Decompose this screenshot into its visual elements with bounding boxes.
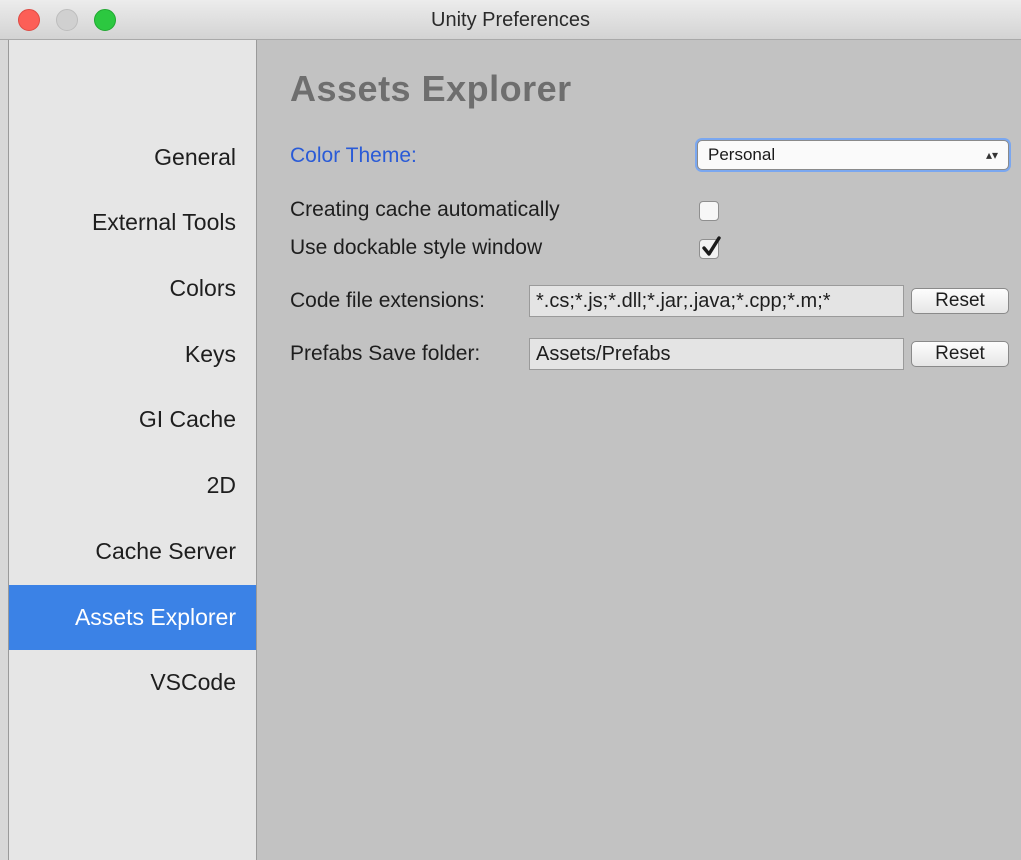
code-extensions-reset-button[interactable]: Reset: [911, 288, 1009, 314]
color-theme-value: Personal: [708, 145, 776, 164]
updown-arrow-icon: ▴▾: [985, 148, 998, 162]
color-theme-label: Color Theme:: [290, 144, 417, 167]
prefabs-folder-input[interactable]: Assets/Prefabs: [529, 338, 904, 370]
prefabs-folder-reset-button[interactable]: Reset: [911, 341, 1009, 367]
sidebar-item-2d[interactable]: 2D: [9, 453, 256, 518]
dockable-window-checkbox[interactable]: [699, 236, 721, 259]
preferences-window: Unity Preferences General External Tools…: [0, 0, 1021, 860]
prefabs-folder-label: Prefabs Save folder:: [290, 342, 481, 365]
code-extensions-input[interactable]: *.cs;*.js;*.dll;*.jar;.java;*.cpp;*.m;*: [529, 285, 904, 317]
page-title: Assets Explorer: [290, 68, 572, 109]
dockable-window-label: Use dockable style window: [290, 236, 543, 259]
sidebar-item-vscode[interactable]: VSCode: [9, 650, 256, 715]
creating-cache-checkbox[interactable]: [699, 201, 719, 221]
title-bar: Unity Preferences: [0, 0, 1021, 40]
preferences-content: Assets Explorer Color Theme: Personal ▴▾…: [257, 40, 1021, 860]
sidebar: General External Tools Colors Keys GI Ca…: [8, 40, 257, 860]
code-extensions-label: Code file extensions:: [290, 289, 485, 312]
sidebar-item-general[interactable]: General: [9, 125, 256, 190]
sidebar-item-assets-explorer[interactable]: Assets Explorer: [9, 585, 256, 650]
sidebar-item-gi-cache[interactable]: GI Cache: [9, 387, 256, 452]
checkmark-icon: [702, 236, 721, 256]
color-theme-select[interactable]: Personal ▴▾: [697, 140, 1009, 170]
sidebar-item-colors[interactable]: Colors: [9, 256, 256, 321]
creating-cache-label: Creating cache automatically: [290, 198, 560, 221]
sidebar-item-external-tools[interactable]: External Tools: [9, 190, 256, 255]
window-edge: [0, 40, 8, 860]
sidebar-item-cache-server[interactable]: Cache Server: [9, 519, 256, 584]
window-title: Unity Preferences: [431, 9, 590, 31]
sidebar-item-keys[interactable]: Keys: [9, 322, 256, 387]
